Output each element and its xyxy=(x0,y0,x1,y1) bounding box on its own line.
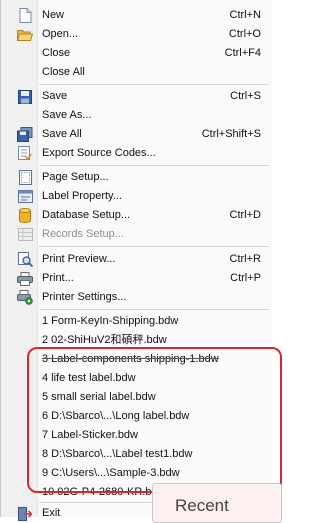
menu-item-print[interactable]: Print... Ctrl+P xyxy=(1,269,272,288)
menu-item-export-source-codes[interactable]: Export Source Codes... xyxy=(1,144,272,163)
menu-item-shortcut: Ctrl+F4 xyxy=(224,47,261,59)
menu-separator xyxy=(39,165,269,166)
menu-item-records-setup: Records Setup... xyxy=(1,225,272,244)
recent-file-label: 10 02G-P4-2680-KR.bdw xyxy=(42,486,166,498)
recent-file-item[interactable]: 2 02-ShiHuV2和碩秤.bdw xyxy=(1,331,272,350)
menu-item-label: Save All xyxy=(42,128,82,140)
recent-file-item[interactable]: 5 small serial label.bdw xyxy=(1,388,272,407)
page-setup-icon xyxy=(17,170,33,185)
menu-item-label-property[interactable]: Label Property... xyxy=(1,187,272,206)
menu-item-label: Close xyxy=(42,47,71,59)
printer-icon xyxy=(17,271,33,286)
menu-separator xyxy=(39,84,269,85)
label-property-icon xyxy=(17,189,33,204)
recent-file-label: 9 C:\Users\...\Sample-3.bdw xyxy=(42,467,180,479)
menu-item-save-as[interactable]: Save As... xyxy=(1,106,272,125)
save-all-icon xyxy=(17,127,33,142)
menu-item-save-all[interactable]: Save All Ctrl+Shift+S xyxy=(1,125,272,144)
exit-icon xyxy=(17,506,33,521)
recent-file-label: 3 Label-components shipping-1.bdw xyxy=(42,353,219,365)
recent-file-item[interactable]: 9 C:\Users\...\Sample-3.bdw xyxy=(1,464,272,483)
menu-item-label: Open... xyxy=(42,28,79,40)
printer-settings-icon xyxy=(17,290,33,305)
menu-item-shortcut: Ctrl+S xyxy=(230,90,261,102)
menu-item-page-setup[interactable]: Page Setup... xyxy=(1,168,272,187)
menu-item-label: Print... xyxy=(42,272,74,284)
recent-file-item[interactable]: 4 life test label.bdw xyxy=(1,369,272,388)
recent-file-label: 1 Form-KeyIn-Shipping.bdw xyxy=(42,315,179,327)
menu-item-label: Save As... xyxy=(42,109,92,121)
records-icon xyxy=(17,227,33,242)
menu-item-label: Print Preview... xyxy=(42,253,116,265)
menu-item-label: Records Setup... xyxy=(42,228,124,240)
recent-callout: Recent xyxy=(152,483,282,523)
print-preview-icon xyxy=(17,252,33,267)
menu-item-label: Database Setup... xyxy=(42,209,131,221)
menu-separator xyxy=(39,309,269,310)
menu-item-label: Label Property... xyxy=(42,190,122,202)
recent-file-item[interactable]: 3 Label-components shipping-1.bdw xyxy=(1,350,272,369)
menu-item-label: Exit xyxy=(42,507,61,519)
recent-file-label: 2 02-ShiHuV2和碩秤.bdw xyxy=(42,334,167,346)
recent-file-label: 8 D:\Sbarco\...\Label test1.bdw xyxy=(42,448,193,460)
menu-item-label: Page Setup... xyxy=(42,171,109,183)
menu-item-close-all[interactable]: Close All xyxy=(1,63,272,82)
save-disk-icon xyxy=(17,89,33,104)
menu-item-print-preview[interactable]: Print Preview... Ctrl+R xyxy=(1,250,272,269)
recent-file-label: 4 life test label.bdw xyxy=(42,372,136,384)
menu-item-label: Export Source Codes... xyxy=(42,147,156,159)
menu-item-close[interactable]: Close Ctrl+F4 xyxy=(1,44,272,63)
menu-item-database-setup[interactable]: Database Setup... Ctrl+D xyxy=(1,206,272,225)
database-icon xyxy=(17,208,33,223)
menu-item-new[interactable]: New Ctrl+N xyxy=(1,6,272,25)
new-file-icon xyxy=(17,8,33,23)
recent-file-item[interactable]: 8 D:\Sbarco\...\Label test1.bdw xyxy=(1,445,272,464)
menu-item-label: Printer Settings... xyxy=(42,291,127,303)
menu-item-label: New xyxy=(42,9,65,21)
menu-item-printer-settings[interactable]: Printer Settings... xyxy=(1,288,272,307)
menu-item-save[interactable]: Save Ctrl+S xyxy=(1,87,272,106)
menu-item-shortcut: Ctrl+R xyxy=(229,253,261,265)
recent-file-item[interactable]: 6 D:\Sbarco\...\Long label.bdw xyxy=(1,407,272,426)
callout-text: Recent xyxy=(175,496,229,515)
menu-item-shortcut: Ctrl+P xyxy=(230,272,261,284)
export-icon xyxy=(17,146,33,161)
file-menu: New Ctrl+N Open... Ctrl+O Close Ctrl+F4 … xyxy=(0,0,272,521)
menu-separator xyxy=(39,246,269,247)
recent-file-item[interactable]: 7 Label-Sticker.bdw xyxy=(1,426,272,445)
recent-file-label: 6 D:\Sbarco\...\Long label.bdw xyxy=(42,410,190,422)
recent-file-item[interactable]: 1 Form-KeyIn-Shipping.bdw xyxy=(1,312,272,331)
recent-file-label: 5 small serial label.bdw xyxy=(42,391,156,403)
menu-item-shortcut: Ctrl+N xyxy=(229,9,261,21)
menu-item-shortcut: Ctrl+D xyxy=(229,209,261,221)
menu-item-label: Save xyxy=(42,90,68,102)
menu-item-open[interactable]: Open... Ctrl+O xyxy=(1,25,272,44)
menu-item-shortcut: Ctrl+O xyxy=(228,28,261,40)
recent-file-label: 7 Label-Sticker.bdw xyxy=(42,429,138,441)
menu-item-label: Close All xyxy=(42,66,85,78)
open-folder-icon xyxy=(17,27,33,42)
menu-item-shortcut: Ctrl+Shift+S xyxy=(201,128,261,140)
